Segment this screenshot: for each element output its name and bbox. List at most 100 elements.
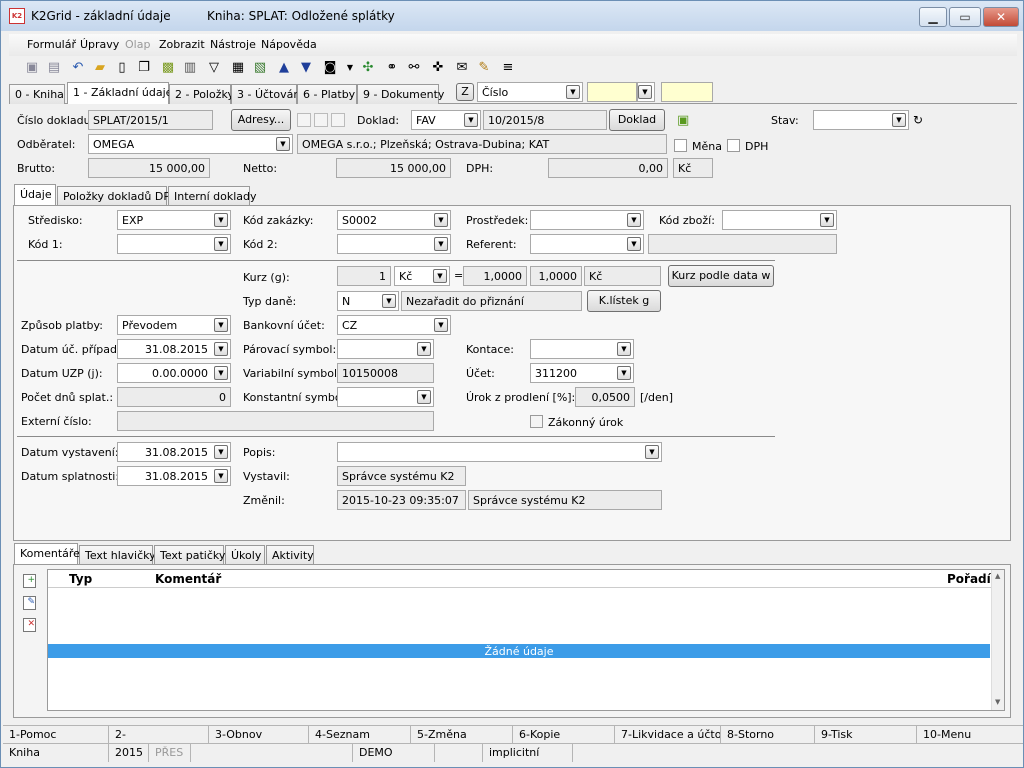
tab-zakladni-udaje[interactable]: 1 - Základní údaje bbox=[67, 82, 172, 104]
kurz-rate2-field[interactable]: 1,0000 bbox=[530, 266, 582, 286]
currency-field[interactable]: Kč bbox=[673, 158, 713, 178]
tab-uctovani[interactable]: 3 - Účtování bbox=[231, 84, 303, 104]
tab-text-hlavicky[interactable]: Text hlavičky bbox=[79, 545, 156, 565]
doklad-type-select[interactable]: FAV ▼ bbox=[411, 110, 481, 130]
mena-checkbox[interactable] bbox=[674, 139, 687, 152]
title-bar[interactable]: K2 K2Grid - základní údaje Kniha: SPLAT:… bbox=[1, 1, 1023, 31]
zmenil-user-field[interactable]: Správce systému K2 bbox=[468, 490, 662, 510]
kurz-podle-data-button[interactable]: Kurz podle data w bbox=[668, 265, 774, 287]
tab-ukoly[interactable]: Úkoly bbox=[225, 545, 265, 565]
add-comment-icon[interactable]: + bbox=[23, 574, 36, 588]
address-icon-2[interactable] bbox=[314, 113, 328, 127]
fkey-10[interactable]: 10-Menu bbox=[917, 726, 1021, 744]
stav-select[interactable]: ▼ bbox=[813, 110, 909, 130]
filter-icon[interactable]: ▽ bbox=[205, 59, 223, 77]
chevron-down-icon[interactable]: ▼ bbox=[214, 445, 228, 459]
menu-nastroje[interactable]: Nástroje bbox=[210, 38, 256, 51]
minimize-button[interactable]: ▁ bbox=[919, 7, 947, 27]
address-icon-1[interactable] bbox=[297, 113, 311, 127]
scroll-up-icon[interactable]: ▲ bbox=[995, 572, 1000, 580]
tab-aktivity[interactable]: Aktivity bbox=[266, 545, 314, 565]
tab-text-paticky[interactable]: Text patičky bbox=[154, 545, 225, 565]
maximize-button[interactable]: ▭ bbox=[949, 7, 981, 27]
doklad-number-field[interactable]: 10/2015/8 bbox=[483, 110, 607, 130]
zpusob-platby-select[interactable]: Převodem ▼ bbox=[117, 315, 231, 335]
chevron-down-icon[interactable]: ▼ bbox=[617, 366, 631, 380]
menu-napoveda[interactable]: Nápověda bbox=[261, 38, 317, 51]
fkey-4[interactable]: 4-Seznam bbox=[309, 726, 411, 744]
kod-zbozi-select[interactable]: ▼ bbox=[722, 210, 837, 230]
chevron-down-icon[interactable]: ▼ bbox=[820, 213, 834, 227]
fkey-2[interactable]: 2- bbox=[109, 726, 209, 744]
kontace-select[interactable]: ▼ bbox=[530, 339, 634, 359]
close-button[interactable]: ✕ bbox=[983, 7, 1019, 27]
chevron-down-icon[interactable]: ▼ bbox=[627, 213, 641, 227]
mail-icon[interactable]: ✉ bbox=[453, 59, 471, 77]
money-icon[interactable]: ▧ bbox=[251, 59, 269, 77]
odberatel-select[interactable]: OMEGA ▼ bbox=[88, 134, 293, 154]
fkey-9[interactable]: 9-Tisk bbox=[815, 726, 917, 744]
fkey-6[interactable]: 6-Kopie bbox=[513, 726, 615, 744]
chevron-down-icon[interactable]: ▼ bbox=[214, 213, 228, 227]
fkey-5[interactable]: 5-Změna bbox=[411, 726, 513, 744]
fkey-7[interactable]: 7-Likvidace a účtová bbox=[615, 726, 721, 744]
chevron-down-icon[interactable]: ▼ bbox=[214, 366, 228, 380]
komentare-grid[interactable] bbox=[47, 569, 1005, 711]
search-binoculars-icon[interactable]: ⚯ bbox=[405, 59, 423, 77]
chevron-down-icon[interactable]: ▼ bbox=[434, 237, 448, 251]
kurz-amount-field[interactable]: 1 bbox=[337, 266, 391, 286]
datum-uzp-select[interactable]: 0.00.0000 ▼ bbox=[117, 363, 231, 383]
sort-z-button[interactable]: Z bbox=[456, 83, 474, 101]
tree-icon[interactable]: ✣ bbox=[359, 59, 377, 77]
zakonny-checkbox[interactable] bbox=[530, 415, 543, 428]
menu-olap[interactable]: Olap bbox=[125, 38, 150, 51]
zmenil-date-field[interactable]: 2015-10-23 09:35:07 bbox=[337, 490, 466, 510]
netto-field[interactable]: 15 000,00 bbox=[336, 158, 451, 178]
ucet-select[interactable]: 311200 ▼ bbox=[530, 363, 634, 383]
pocet-dnu-field[interactable]: 0 bbox=[117, 387, 231, 407]
chevron-down-icon[interactable]: ▼ bbox=[645, 445, 659, 459]
bankovni-ucet-select[interactable]: CZ ▼ bbox=[337, 315, 451, 335]
kod2-select[interactable]: ▼ bbox=[337, 234, 451, 254]
sort-search-dropdown[interactable]: ▼ bbox=[637, 82, 655, 102]
sort-search-input[interactable] bbox=[587, 82, 637, 102]
tools-icon[interactable]: ✜ bbox=[429, 59, 447, 77]
vystavil-field[interactable]: Správce systému K2 bbox=[337, 466, 466, 486]
chevron-down-icon[interactable]: ▼ bbox=[434, 318, 448, 332]
fkey-8[interactable]: 8-Storno bbox=[721, 726, 815, 744]
binoculars-icon[interactable]: ⚭ bbox=[383, 59, 401, 77]
brutto-field[interactable]: 15 000,00 bbox=[88, 158, 210, 178]
save-icon[interactable]: ▣ bbox=[23, 59, 41, 77]
chevron-down-icon[interactable]: ▼ bbox=[276, 137, 290, 151]
typ-dane-text-field[interactable]: Nezařadit do přiznání bbox=[401, 291, 582, 311]
datum-uc-select[interactable]: 31.08.2015 ▼ bbox=[117, 339, 231, 359]
menu-zobrazit[interactable]: Zobrazit bbox=[159, 38, 205, 51]
sort-field-select[interactable]: Číslo ▼ bbox=[477, 82, 583, 102]
chevron-down-icon[interactable]: ▼ bbox=[627, 237, 641, 251]
menu-upravy[interactable]: Úpravy bbox=[80, 38, 119, 51]
scroll-down-icon[interactable]: ▼ bbox=[995, 698, 1000, 706]
splatnosti-select[interactable]: 31.08.2015 ▼ bbox=[117, 466, 231, 486]
doklad-button[interactable]: Doklad bbox=[609, 109, 665, 131]
parovaci-select[interactable]: ▼ bbox=[337, 339, 434, 359]
history-icon[interactable]: ↻ bbox=[913, 113, 923, 127]
tab-dokumenty[interactable]: 9 - Dokumenty bbox=[357, 84, 444, 104]
chevron-down-icon[interactable]: ▼ bbox=[617, 342, 631, 356]
book-icon[interactable]: ▥ bbox=[181, 59, 199, 77]
tab-interni-doklady[interactable]: Interní doklady bbox=[168, 186, 257, 206]
lock-icon[interactable]: ▩ bbox=[159, 59, 177, 77]
tab-komentare[interactable]: Komentáře bbox=[14, 543, 80, 565]
chevron-down-icon[interactable]: ▼ bbox=[214, 469, 228, 483]
chevron-down-icon[interactable]: ▼ bbox=[566, 85, 580, 99]
fkey-3[interactable]: 3-Obnov bbox=[209, 726, 309, 744]
referent-select[interactable]: ▼ bbox=[530, 234, 644, 254]
variabilni-field[interactable]: 10150008 bbox=[337, 363, 434, 383]
chevron-down-icon[interactable]: ▼ bbox=[434, 213, 448, 227]
referent-name-field[interactable] bbox=[648, 234, 837, 254]
chevron-down-icon[interactable]: ▼ bbox=[417, 342, 431, 356]
popis-select[interactable]: ▼ bbox=[337, 442, 662, 462]
adresy-button[interactable]: Adresy... bbox=[231, 109, 291, 131]
dph-checkbox[interactable] bbox=[727, 139, 740, 152]
grid-scrollbar[interactable]: ▲ ▼ bbox=[991, 570, 1004, 710]
externi-field[interactable] bbox=[117, 411, 434, 431]
